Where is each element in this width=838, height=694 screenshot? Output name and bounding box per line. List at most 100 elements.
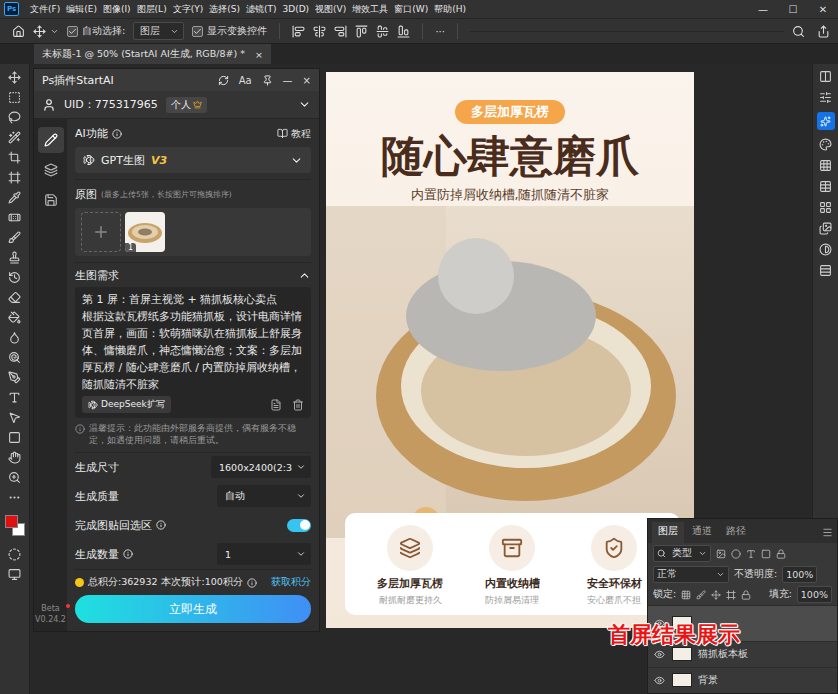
- more-button[interactable]: ···: [435, 26, 445, 37]
- show-transform[interactable]: 显示变换控件: [192, 24, 267, 38]
- target-select[interactable]: 图层: [133, 22, 184, 40]
- tool-button[interactable]: [3, 169, 27, 186]
- info-icon[interactable]: [247, 578, 257, 588]
- align-center-icon[interactable]: [313, 25, 326, 38]
- menu-item[interactable]: 编辑(E): [63, 3, 100, 16]
- minimize-button[interactable]: —: [283, 75, 293, 86]
- template-icon[interactable]: [270, 399, 282, 411]
- tutorial-link[interactable]: 教程: [277, 127, 311, 141]
- auto-select[interactable]: 自动选择:: [67, 24, 125, 38]
- menu-item[interactable]: 文字(Y): [170, 3, 207, 16]
- lock-pixels-icon[interactable]: [696, 590, 706, 600]
- menu-item[interactable]: 图层(L): [134, 3, 170, 16]
- toggle-switch[interactable]: [287, 519, 311, 532]
- setting-select[interactable]: 自动: [217, 485, 311, 507]
- get-points-link[interactable]: 获取积分: [271, 576, 311, 589]
- document-tab[interactable]: 未标题-1 @ 50% (StartAI AI生成, RGB/8#) *×: [34, 44, 271, 64]
- trash-icon[interactable]: [292, 399, 304, 411]
- color-swatches[interactable]: [3, 513, 27, 539]
- shape-filter-icon[interactable]: [761, 549, 771, 559]
- info-icon[interactable]: [123, 549, 133, 559]
- info-icon[interactable]: [112, 129, 122, 139]
- account-row[interactable]: UID：775317965个人: [34, 91, 319, 119]
- info-icon[interactable]: [156, 520, 166, 530]
- fill-field[interactable]: 100%: [797, 586, 832, 603]
- adjustments-icon[interactable]: [819, 243, 832, 256]
- tool-button[interactable]: [3, 429, 27, 446]
- menu-item[interactable]: 图像(I): [100, 3, 134, 16]
- smart-filter-icon[interactable]: [776, 549, 786, 559]
- tool-button[interactable]: [3, 109, 27, 126]
- panel-tab[interactable]: 路径: [720, 522, 752, 543]
- pin-icon[interactable]: [262, 75, 273, 86]
- lock-transparency-icon[interactable]: [681, 590, 691, 600]
- layer-row[interactable]: 背景: [648, 667, 837, 693]
- menu-item[interactable]: 滤镜(T): [243, 3, 280, 16]
- align-middle-icon[interactable]: [376, 25, 389, 38]
- tool-button[interactable]: [3, 189, 27, 206]
- filter-select[interactable]: 类型: [653, 545, 711, 562]
- patterns-icon[interactable]: [819, 201, 832, 214]
- startai-dock-button[interactable]: [817, 112, 835, 130]
- image-filter-icon[interactable]: [716, 549, 726, 559]
- tool-button[interactable]: [3, 449, 27, 466]
- prompt-header[interactable]: 生图需求: [75, 263, 311, 287]
- nav-item[interactable]: [38, 127, 64, 153]
- generate-button[interactable]: 立即生成: [75, 595, 311, 623]
- libraries-icon[interactable]: [819, 222, 832, 235]
- tool-button[interactable]: [3, 489, 27, 506]
- swatches-icon[interactable]: [819, 159, 832, 172]
- refresh-icon[interactable]: [218, 75, 229, 86]
- tool-button[interactable]: [3, 389, 27, 406]
- tool-button[interactable]: [3, 89, 27, 106]
- adjust-icon[interactable]: [819, 91, 832, 104]
- image-thumbnail[interactable]: 1: [125, 212, 165, 252]
- tab-close[interactable]: ×: [255, 49, 263, 60]
- tool-button[interactable]: [3, 546, 27, 563]
- prompt-input[interactable]: 第 1 屏：首屏主视觉 + 猫抓板核心卖点根据这款瓦楞纸多功能猫抓板，设计电商详…: [75, 287, 311, 418]
- menu-item[interactable]: 窗口(W): [391, 3, 431, 16]
- align-top-icon[interactable]: [355, 25, 368, 38]
- nav-item[interactable]: [38, 217, 64, 243]
- type-filter-icon[interactable]: [746, 549, 756, 559]
- checkbox[interactable]: [67, 26, 78, 37]
- gear-icon[interactable]: [470, 31, 784, 32]
- menu-icon[interactable]: [822, 527, 833, 538]
- checkbox[interactable]: [192, 26, 203, 37]
- setting-select[interactable]: 1: [217, 543, 311, 565]
- align-bottom-icon[interactable]: [397, 25, 410, 38]
- menu-item[interactable]: 增效工具: [349, 3, 391, 16]
- panel-tab[interactable]: 图层: [652, 522, 684, 543]
- tool-button[interactable]: [3, 329, 27, 346]
- canvas-document[interactable]: 多层加厚瓦楞随心肆意磨爪内置防掉屑收纳槽,随抓随清不脏家多层加厚瓦楞耐抓耐磨更持…: [326, 72, 694, 628]
- chevron-icon[interactable]: [298, 98, 311, 111]
- tool-button[interactable]: [3, 369, 27, 386]
- search-icon[interactable]: [792, 25, 805, 38]
- opacity-field[interactable]: 100%: [782, 566, 817, 583]
- setting-select[interactable]: 1600x2400(2:3: [211, 456, 311, 478]
- tool-button[interactable]: [3, 269, 27, 286]
- menu-item[interactable]: 3D(D): [279, 4, 312, 14]
- align-right-icon[interactable]: [334, 25, 347, 38]
- tool-button[interactable]: [3, 349, 27, 366]
- add-image-button[interactable]: [81, 212, 121, 252]
- align-left-icon[interactable]: [292, 25, 305, 38]
- tool-button[interactable]: [3, 309, 27, 326]
- share-icon[interactable]: [817, 25, 830, 38]
- lock-artboard-icon[interactable]: [726, 590, 736, 600]
- table-icon[interactable]: [819, 180, 832, 193]
- window-button[interactable]: ☐: [778, 0, 808, 18]
- foreground-swatch[interactable]: [5, 515, 18, 528]
- tool-button[interactable]: [3, 409, 27, 426]
- deepseek-expand-button[interactable]: DeepSeek扩写: [82, 396, 171, 413]
- color-icon[interactable]: [819, 138, 832, 151]
- tool-button[interactable]: [3, 229, 27, 246]
- nav-item[interactable]: [38, 187, 64, 213]
- menu-item[interactable]: 帮助(H): [431, 3, 469, 16]
- tool-button[interactable]: [3, 209, 27, 226]
- tool-preset[interactable]: [33, 25, 59, 38]
- menu-item[interactable]: 文件(F): [27, 3, 63, 16]
- close-button[interactable]: ×: [303, 75, 311, 86]
- tool-button[interactable]: [3, 129, 27, 146]
- panels-icon[interactable]: [819, 70, 832, 83]
